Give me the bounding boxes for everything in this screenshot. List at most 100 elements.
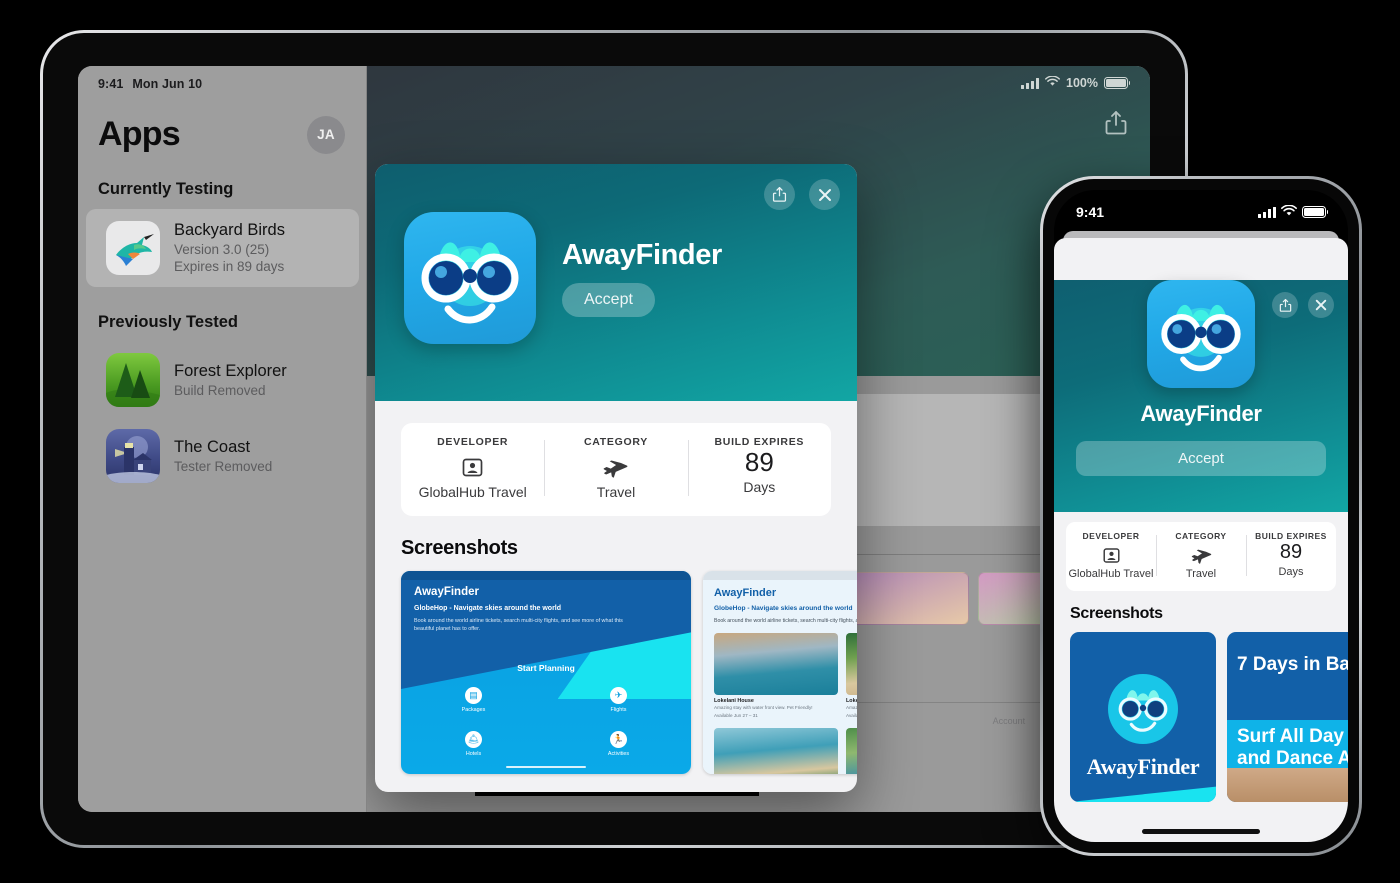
info-unit: Days	[743, 479, 776, 496]
iphone-screenshot-2[interactable]: 7 Days in Bali Surf All Day and Dance Al…	[1227, 632, 1348, 802]
listing-title: Lokelani House	[714, 698, 754, 704]
sidebar-item-text: Backyard Birds Version 3.0 (25) Expires …	[174, 220, 285, 276]
airplane-icon	[1156, 544, 1246, 566]
person-card-icon	[1066, 544, 1156, 566]
listing-sub: Amazing stay with water front view.	[846, 705, 857, 710]
sidebar-item-label: The Coast	[174, 438, 251, 457]
battery-percent: 100%	[1066, 76, 1098, 90]
share-icon[interactable]	[764, 179, 795, 210]
share-icon[interactable]	[1104, 110, 1128, 141]
status-time: 9:41	[1076, 204, 1105, 220]
detail-pane: 100% BUILD EXPIRES 89 Days	[367, 66, 1150, 812]
iphone-app-info-card: DEVELOPER GlobalHub Travel CATEGORY Trav…	[1066, 522, 1336, 591]
screenshot-band: Surf All Day and Dance All Night	[1227, 720, 1348, 792]
sidebar-item-text: Forest Explorer Build Removed	[174, 361, 287, 399]
wifi-icon	[1281, 204, 1297, 220]
tile-label: Hotels	[465, 751, 482, 757]
sidebar-item-backyard-birds[interactable]: Backyard Birds Version 3.0 (25) Expires …	[86, 209, 359, 288]
screenshot-status-bar	[703, 571, 857, 580]
status-time: 9:41	[98, 77, 124, 91]
awayfinder-app-icon	[404, 212, 536, 344]
info-label: CATEGORY	[1175, 531, 1227, 541]
info-value: GlobalHub Travel	[418, 484, 527, 500]
listing-photo	[714, 633, 838, 695]
hummingbird-icon	[106, 221, 160, 276]
info-label: DEVELOPER	[1082, 531, 1140, 541]
listing-photo	[846, 727, 857, 774]
screenshot-accent	[1070, 786, 1216, 802]
status-indicators	[1258, 204, 1329, 220]
sheet-hero-text: AwayFinder Accept	[562, 239, 722, 317]
info-column-developer: DEVELOPER GlobalHub Travel	[401, 436, 544, 500]
home-indicator	[1142, 829, 1260, 834]
info-column-build-expires: BUILD EXPIRES 89 Days	[1246, 531, 1336, 580]
info-column-build-expires: BUILD EXPIRES 89 Days	[687, 436, 831, 500]
screenshot-photo-strip	[1227, 768, 1348, 802]
status-date: Mon Jun 10	[132, 77, 203, 91]
battery-icon	[1104, 77, 1131, 89]
ipad-screen: 9:41 Mon Jun 10 Apps JA Currently Testin…	[78, 66, 1150, 812]
sidebar-item-expiry: Expires in 89 days	[174, 259, 285, 275]
screenshot-body: Book around the world airline tickets, s…	[414, 618, 623, 633]
sidebar-item-status: Tester Removed	[174, 458, 273, 474]
close-icon[interactable]	[1308, 292, 1334, 318]
accept-button[interactable]: Accept	[562, 283, 655, 317]
screenshot-tile-hotels: 🛎 Hotels	[401, 731, 546, 757]
sidebar-list-currently-testing: Backyard Birds Version 3.0 (25) Expires …	[78, 209, 367, 288]
activities-icon: 🏃	[610, 731, 627, 748]
avatar[interactable]: JA	[307, 115, 345, 154]
tile-label: Flights	[610, 707, 627, 713]
screenshot-cta: Start Planning	[517, 663, 575, 673]
airplane-icon	[544, 453, 687, 481]
awayfinder-app-icon	[1147, 280, 1255, 388]
listing-card: Lokelani House Amazing stay with water f…	[714, 633, 838, 720]
screenshot-tagline: GlobeHop - Navigate skies around the wor…	[414, 605, 562, 612]
share-icon[interactable]	[1272, 292, 1298, 318]
listing-availability: Available Jun 27 – 31	[714, 712, 758, 718]
screenshots-heading: Screenshots	[401, 537, 518, 559]
sidebar-item-forest-explorer[interactable]: Forest Explorer Build Removed	[86, 342, 359, 418]
info-label: BUILD EXPIRES	[1255, 531, 1327, 541]
iphone-sheet-hero: AwayFinder Accept	[1054, 280, 1348, 512]
dynamic-island	[1152, 199, 1250, 225]
listing-cards: Lokelani House Amazing stay with water f…	[714, 633, 857, 774]
screenshot-tile-activities: 🏃 Activities	[546, 731, 691, 757]
listing-card: Lokelani House Amazing stay with water f…	[846, 633, 857, 720]
wifi-icon	[1045, 75, 1060, 90]
screenshot-tagline: GlobeHop - Navigate skies around the wor…	[714, 605, 853, 612]
close-icon[interactable]	[809, 179, 840, 210]
tile-label: Activities	[607, 751, 630, 757]
screenshot-status-bar	[401, 571, 691, 580]
screenshots-row: AwayFinder GlobeHop - Navigate skies aro…	[401, 571, 857, 774]
sidebar-item-the-coast[interactable]: The Coast Tester Removed	[86, 418, 359, 494]
forest-icon	[106, 353, 160, 408]
ipad-status-bar: 9:41 Mon Jun 10	[78, 66, 367, 91]
hotels-icon: 🛎	[465, 731, 482, 748]
sidebar-section-heading-previously-tested: Previously Tested	[98, 313, 239, 332]
info-value: 89	[1279, 541, 1303, 563]
sidebar-list-previously-tested: Forest Explorer Build Removed The Coast …	[78, 342, 367, 494]
home-indicator	[506, 765, 586, 768]
ipad-status-right: 100%	[1021, 75, 1131, 90]
info-column-developer: DEVELOPER GlobalHub Travel	[1066, 531, 1156, 580]
iphone-screen: 9:41 AwayFinder Accept DEVELOPER GlobalH…	[1054, 190, 1348, 842]
info-column-category: CATEGORY Travel	[544, 436, 687, 500]
iphone-app-invite-sheet: AwayFinder Accept DEVELOPER GlobalHub Tr…	[1054, 238, 1348, 842]
listing-card	[714, 727, 838, 774]
info-value: Travel	[596, 484, 636, 500]
sheet-hero: AwayFinder Accept	[375, 164, 857, 401]
sidebar-header: Apps JA	[78, 91, 367, 154]
battery-icon	[1302, 206, 1329, 218]
tab-account[interactable]: Account	[993, 716, 1026, 726]
info-value: 89	[744, 447, 774, 477]
screenshot-tile-flights: ✈ Flights	[546, 687, 691, 713]
background-screenshot[interactable]	[845, 572, 969, 625]
sidebar-item-label: Backyard Birds	[174, 221, 285, 239]
iphone-screenshots-row: AwayFinder 7 Days in Bali Surf All Day a…	[1070, 632, 1348, 802]
screenshot-thumbnail-1[interactable]: AwayFinder GlobeHop - Navigate skies aro…	[401, 571, 691, 774]
info-unit: Days	[1278, 566, 1304, 578]
accept-button[interactable]: Accept	[1076, 441, 1326, 476]
screenshot-thumbnail-2[interactable]: AwayFinder GlobeHop - Navigate skies aro…	[703, 571, 857, 774]
iphone-screenshot-1[interactable]: AwayFinder	[1070, 632, 1216, 802]
screenshot-app-name: AwayFinder	[1086, 754, 1200, 779]
